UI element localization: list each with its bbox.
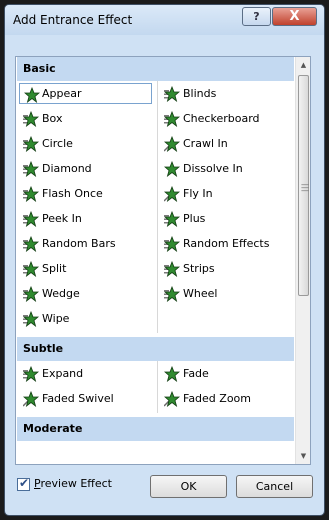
effect-item-label: Faded Zoom bbox=[183, 392, 251, 405]
effect-item-checkerboard[interactable]: Checkerboard bbox=[160, 108, 293, 129]
effect-item-box[interactable]: Box bbox=[19, 108, 152, 129]
effect-item-label: Wipe bbox=[42, 312, 70, 325]
effects-list-panel: Basic Appear Blinds Box Checkerboard Circle Cr… bbox=[15, 56, 311, 465]
circle-star-icon bbox=[22, 135, 40, 153]
wipe-star-icon bbox=[22, 310, 40, 328]
effect-item-label: Peek In bbox=[42, 212, 82, 225]
section-header-moderate: Moderate bbox=[17, 417, 294, 441]
wedge-star-icon bbox=[22, 285, 40, 303]
effect-item-expand[interactable]: Expand bbox=[19, 363, 152, 384]
effect-item-wedge[interactable]: Wedge bbox=[19, 283, 152, 304]
effect-item-label: Wheel bbox=[183, 287, 218, 300]
effect-item-faded-swivel[interactable]: Faded Swivel bbox=[19, 388, 152, 409]
effect-item-circle[interactable]: Circle bbox=[19, 133, 152, 154]
effect-item-fade[interactable]: Fade bbox=[160, 363, 293, 384]
effect-item-label: Diamond bbox=[42, 162, 92, 175]
appear-star-icon bbox=[23, 86, 41, 104]
effect-item-label: Blinds bbox=[183, 87, 217, 100]
fly-in-star-icon bbox=[163, 185, 181, 203]
effect-item-split[interactable]: Split bbox=[19, 258, 152, 279]
effect-item-label: Expand bbox=[42, 367, 84, 380]
close-icon: X bbox=[289, 9, 300, 24]
effect-item-strips[interactable]: Strips bbox=[160, 258, 293, 279]
effect-item-wheel[interactable]: Wheel bbox=[160, 283, 293, 304]
effect-item-label: Split bbox=[42, 262, 67, 275]
faded-swivel-star-icon bbox=[22, 390, 40, 408]
effect-item-label: Crawl In bbox=[183, 137, 228, 150]
dissolve-in-star-icon bbox=[163, 160, 181, 178]
effect-item-faded-zoom[interactable]: Faded Zoom bbox=[160, 388, 293, 409]
effect-item-peek-in[interactable]: Peek In bbox=[19, 208, 152, 229]
effect-item-flash-once[interactable]: Flash Once bbox=[19, 183, 152, 204]
effect-item-wipe[interactable]: Wipe bbox=[19, 308, 152, 329]
effects-list[interactable]: Basic Appear Blinds Box Checkerboard Circle Cr… bbox=[16, 57, 295, 464]
blinds-star-icon bbox=[163, 85, 181, 103]
effect-item-label: Checkerboard bbox=[183, 112, 260, 125]
effect-item-label: Fade bbox=[183, 367, 209, 380]
effect-item-label: Wedge bbox=[42, 287, 80, 300]
wheel-star-icon bbox=[163, 285, 181, 303]
faded-zoom-star-icon bbox=[163, 390, 181, 408]
preview-label-text: review Effect bbox=[40, 477, 112, 490]
plus-star-icon bbox=[163, 210, 181, 228]
effect-item-label: Fly In bbox=[183, 187, 213, 200]
effect-item-random-bars[interactable]: Random Bars bbox=[19, 233, 152, 254]
column-divider bbox=[157, 81, 158, 333]
fade-star-icon bbox=[163, 365, 181, 383]
effect-item-label: Random Effects bbox=[183, 237, 270, 250]
flash-once-star-icon bbox=[22, 185, 40, 203]
preview-effect-label[interactable]: Preview Effect bbox=[34, 477, 112, 490]
section-header-subtle: Subtle bbox=[17, 337, 294, 361]
close-button[interactable]: X bbox=[272, 7, 317, 26]
split-star-icon bbox=[22, 260, 40, 278]
effect-item-label: Appear bbox=[42, 87, 82, 100]
effect-item-blinds[interactable]: Blinds bbox=[160, 83, 293, 104]
random-effects-star-icon bbox=[163, 235, 181, 253]
effect-item-plus[interactable]: Plus bbox=[160, 208, 293, 229]
effect-item-label: Box bbox=[42, 112, 63, 125]
checkerboard-star-icon bbox=[163, 110, 181, 128]
effect-item-label: Plus bbox=[183, 212, 206, 225]
scrollbar-grip-icon: — — — bbox=[301, 180, 309, 195]
box-star-icon bbox=[22, 110, 40, 128]
expand-star-icon bbox=[22, 365, 40, 383]
title-bar[interactable]: Add Entrance Effect ? X bbox=[5, 5, 324, 35]
crawl-in-star-icon bbox=[163, 135, 181, 153]
ok-button[interactable]: OK bbox=[150, 475, 227, 498]
effect-item-dissolve-in[interactable]: Dissolve In bbox=[160, 158, 293, 179]
dialog-title: Add Entrance Effect bbox=[13, 13, 133, 27]
effect-item-label: Random Bars bbox=[42, 237, 116, 250]
help-button[interactable]: ? bbox=[242, 7, 271, 26]
effect-item-fly-in[interactable]: Fly In bbox=[160, 183, 293, 204]
strips-star-icon bbox=[163, 260, 181, 278]
diamond-star-icon bbox=[22, 160, 40, 178]
scroll-down-icon[interactable]: ▼ bbox=[296, 448, 310, 464]
effect-item-appear[interactable]: Appear bbox=[19, 83, 152, 104]
peek-in-star-icon bbox=[22, 210, 40, 228]
vertical-scrollbar[interactable]: ▲ — — — ▼ bbox=[295, 57, 310, 464]
help-icon: ? bbox=[253, 10, 260, 23]
effect-item-label: Flash Once bbox=[42, 187, 103, 200]
checkmark-icon: ✔ bbox=[19, 476, 30, 490]
effect-item-label: Circle bbox=[42, 137, 73, 150]
random-bars-star-icon bbox=[22, 235, 40, 253]
effect-item-crawl-in[interactable]: Crawl In bbox=[160, 133, 293, 154]
scrollbar-thumb[interactable]: — — — bbox=[298, 75, 309, 296]
cancel-button[interactable]: Cancel bbox=[236, 475, 313, 498]
scroll-up-icon[interactable]: ▲ bbox=[296, 57, 310, 73]
effect-item-diamond[interactable]: Diamond bbox=[19, 158, 152, 179]
section-header-basic: Basic bbox=[17, 57, 294, 81]
effect-item-label: Strips bbox=[183, 262, 215, 275]
effect-item-random-effects[interactable]: Random Effects bbox=[160, 233, 293, 254]
column-divider bbox=[157, 361, 158, 413]
preview-effect-checkbox[interactable]: ✔ bbox=[17, 476, 30, 491]
add-entrance-effect-dialog: Add Entrance Effect ? X Basic Appear Blind… bbox=[4, 4, 325, 516]
effect-item-label: Faded Swivel bbox=[42, 392, 114, 405]
effect-item-label: Dissolve In bbox=[183, 162, 243, 175]
